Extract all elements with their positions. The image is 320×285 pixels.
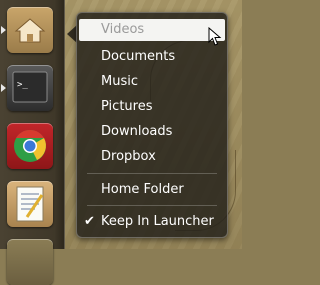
quicklist-popup: Videos Documents Music Pictures Download… bbox=[67, 12, 228, 238]
launcher-text-editor[interactable] bbox=[7, 181, 53, 227]
launcher-chrome[interactable] bbox=[7, 123, 53, 169]
menu-item-documents[interactable]: Documents bbox=[77, 45, 227, 69]
menu-separator bbox=[87, 205, 217, 206]
text-editor-icon bbox=[16, 186, 44, 222]
menu-item-downloads[interactable]: Downloads bbox=[77, 120, 227, 144]
menu-item-dropbox[interactable]: Dropbox bbox=[77, 145, 227, 169]
menu-item-label: Videos bbox=[101, 22, 145, 37]
quicklist-menu: Videos Documents Music Pictures Download… bbox=[76, 12, 228, 238]
menu-item-home-folder[interactable]: Home Folder bbox=[77, 178, 227, 202]
menu-item-pictures[interactable]: Pictures bbox=[77, 95, 227, 119]
mouse-pointer-icon bbox=[208, 27, 222, 46]
menu-item-music[interactable]: Music bbox=[77, 70, 227, 94]
terminal-icon: >_ bbox=[12, 71, 48, 103]
unity-launcher: >_ bbox=[0, 0, 65, 285]
launcher-app-partial[interactable] bbox=[7, 239, 53, 285]
running-indicator bbox=[1, 26, 6, 34]
menu-item-label: Home Folder bbox=[101, 182, 184, 197]
menu-item-keep-in-launcher[interactable]: ✔ Keep In Launcher bbox=[77, 210, 227, 234]
menu-separator bbox=[87, 173, 217, 174]
home-folder-icon bbox=[14, 18, 46, 43]
menu-item-label: Documents bbox=[101, 49, 176, 64]
menu-item-label: Dropbox bbox=[101, 149, 156, 164]
menu-item-label: Downloads bbox=[101, 124, 173, 139]
running-indicator bbox=[1, 84, 6, 92]
launcher-terminal[interactable]: >_ bbox=[7, 65, 53, 111]
menu-item-videos[interactable]: Videos bbox=[79, 19, 225, 41]
chrome-icon bbox=[14, 129, 46, 162]
menu-item-label: Pictures bbox=[101, 99, 153, 114]
menu-item-label: Music bbox=[101, 74, 138, 89]
svg-text:>_: >_ bbox=[17, 80, 28, 90]
checkmark-icon: ✔ bbox=[84, 214, 95, 229]
launcher-home-folder[interactable] bbox=[7, 7, 53, 53]
menu-item-label: Keep In Launcher bbox=[101, 214, 214, 229]
